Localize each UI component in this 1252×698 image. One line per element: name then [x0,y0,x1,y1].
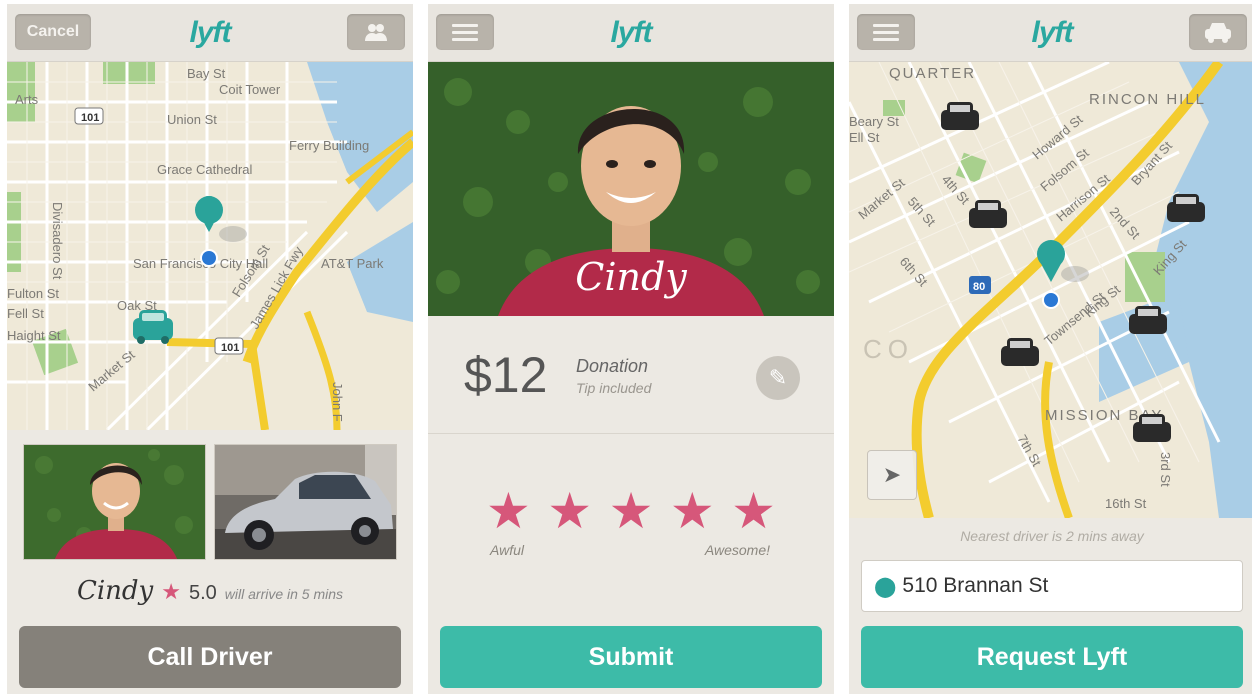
map-label: QUARTER [889,65,976,82]
submit-button[interactable]: Submit [440,626,822,688]
star-icon[interactable]: ★ [609,486,654,536]
people-icon[interactable] [347,14,405,50]
current-location-icon [1042,291,1060,309]
map-label: Union St [167,112,217,127]
pickup-address: 510 Brannan St [902,574,1049,597]
star-icon[interactable]: ★ [486,486,531,536]
nearest-driver-note: Nearest driver is 2 mins away [960,528,1144,544]
map-label: Grace Cathedral [157,162,252,177]
rating-low-label: Awful [490,542,524,558]
highway-shield: 101 [221,342,239,354]
tip-note: Tip included [576,380,652,396]
edit-amount-button[interactable]: ✎ [756,356,800,400]
star-icon[interactable]: ★ [731,486,776,536]
car-icon[interactable] [1189,14,1247,50]
map-label: Ferry Building [289,138,369,153]
navbar: lyft [428,4,834,62]
driver-rating: 5.0 [188,582,217,604]
navbar: lyft [849,4,1252,62]
map-label: Divisadero St [50,202,65,280]
map-label: Coit Tower [219,82,281,97]
driver-info: Cindy ★ 5.0 will arrive in 5 mins [7,576,413,606]
price-amount: $12 [464,347,548,403]
map-label: Bay St [187,66,226,81]
price-label: Donation [576,356,649,376]
driver-photo[interactable] [23,444,206,560]
star-icon[interactable]: ★ [547,486,592,536]
app-showcase: Cancel lyft Bay St Coit Tower Union St F… [0,0,1252,698]
star-icon[interactable]: ★ [670,486,715,536]
map-label: Ell St [849,130,880,145]
pencil-icon: ✎ [768,365,788,390]
hero-driver-name: Cindy [575,255,687,299]
map-label: Beary St [849,114,899,129]
map-label: CO [863,334,914,364]
call-driver-button[interactable]: Call Driver [19,626,401,688]
highway-shield: 101 [81,112,99,124]
lyft-logo: lyft [610,16,653,49]
navigation-arrow-icon: ➤ [882,462,902,487]
navbar: Cancel lyft [7,4,413,62]
map-label: AT&T Park [321,256,384,271]
request-lyft-button[interactable]: Request Lyft [861,626,1243,688]
map-label: John F [330,382,345,422]
driver-car-icon [133,310,173,344]
request-screen: lyft QUARTER RINCON HILL Howard St Folso… [849,4,1252,694]
map-view[interactable]: Bay St Coit Tower Union St Ferry Buildin… [7,62,413,430]
map-label: Arts [15,92,39,107]
interstate-shield: 80 [973,281,985,293]
pickup-screen: Cancel lyft Bay St Coit Tower Union St F… [7,4,413,694]
driver-photos [23,444,397,560]
locate-me-button[interactable]: ➤ [867,450,917,500]
rating-high-label: Awesome! [704,542,770,558]
driver-hero-photo: Cindy [428,62,834,316]
map-label: 16th St [1105,496,1147,511]
driver-name: Cindy [76,576,154,606]
map-label: Haight St [7,328,61,343]
star-rating[interactable]: ★ ★ ★ ★ ★ [486,486,776,536]
rating-screen: lyft Cindy $12 Donation Tip included ✎ ★… [428,4,834,694]
arrival-eta: will arrive in 5 mins [224,586,344,602]
map-label: Fell St [7,306,44,321]
current-location-icon [200,249,218,267]
star-icon: ★ [161,579,181,604]
map-label: Fulton St [7,286,59,301]
map-label: 3rd St [1158,452,1173,487]
car-photo[interactable] [214,444,397,560]
location-pin-icon: ⬤ [874,575,897,598]
pickup-address-field[interactable]: ⬤ 510 Brannan St [861,560,1243,612]
payment-summary: $12 Donation Tip included ✎ [428,316,834,434]
map-label: RINCON HILL [1089,91,1206,108]
